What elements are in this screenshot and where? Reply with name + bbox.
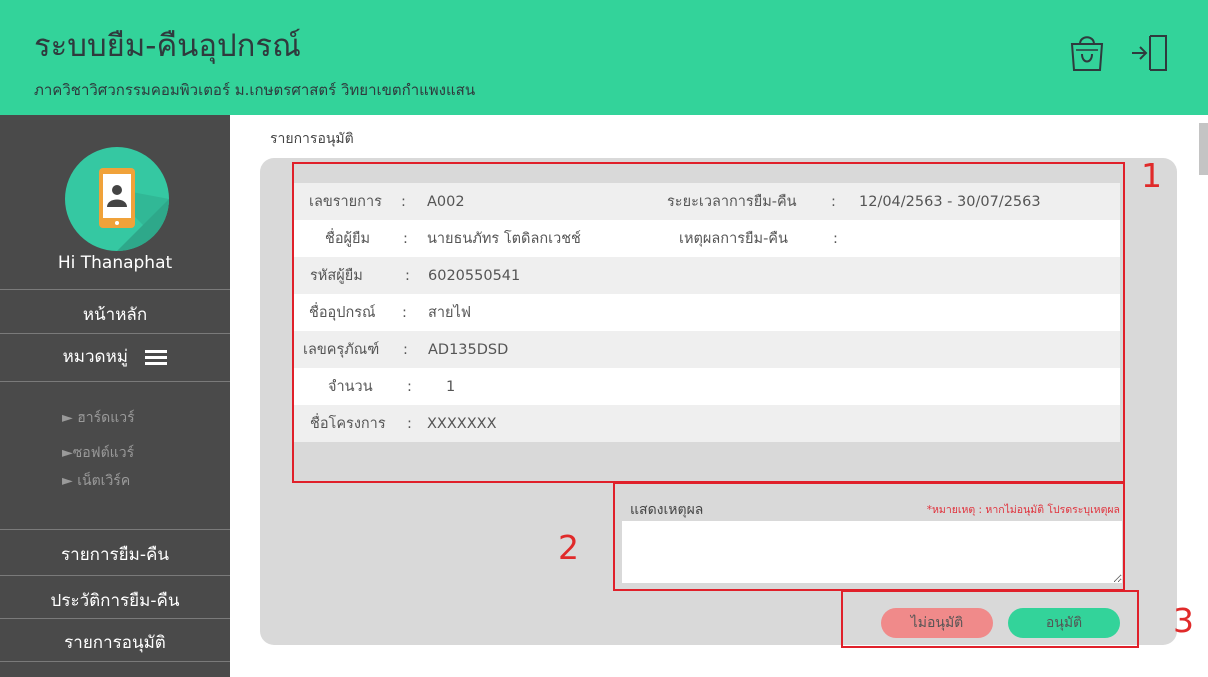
avatar — [65, 147, 169, 251]
page-title: รายการอนุมัติ — [270, 131, 354, 147]
sidebar: Hi Thanaphat หน้าหลัก หมวดหมู่ ► ฮาร์ดแว… — [0, 115, 230, 677]
sidebar-item-borrow-list[interactable]: รายการยืม-คืน — [0, 541, 230, 568]
divider — [0, 381, 230, 382]
scrollbar-thumb[interactable] — [1199, 123, 1208, 175]
phone-user-icon — [99, 168, 169, 251]
app-header: ระบบยืม-คืนอุปกรณ์ ภาควิชาวิศวกรรมคอมพิว… — [0, 0, 1208, 115]
greeting: Hi Thanaphat — [57, 253, 173, 273]
category-label: หมวดหมู่ — [62, 347, 128, 367]
sidebar-item-category[interactable]: หมวดหมู่ — [0, 343, 230, 370]
sidebar-item-history[interactable]: ประวัติการยืม-คืน — [0, 587, 230, 614]
sidebar-item-home[interactable]: หน้าหลัก — [0, 301, 230, 328]
annotation-number-3: 3 — [1173, 601, 1194, 640]
divider — [0, 661, 230, 662]
sidebar-subitem-network[interactable]: ► เน็ตเวิร์ค — [62, 470, 130, 492]
divider — [0, 333, 230, 334]
annotation-box-3 — [841, 590, 1139, 648]
divider — [0, 618, 230, 619]
annotation-number-2: 2 — [558, 528, 579, 567]
divider — [0, 289, 230, 290]
annotation-box-2 — [613, 482, 1125, 591]
logout-icon[interactable] — [1128, 30, 1172, 74]
annotation-box-1 — [292, 162, 1125, 483]
divider — [0, 529, 230, 530]
annotation-number-1: 1 — [1141, 156, 1162, 195]
sidebar-subitem-software[interactable]: ►ซอฟต์แวร์ — [62, 442, 134, 464]
hamburger-menu-icon[interactable] — [145, 349, 168, 365]
sidebar-item-approval[interactable]: รายการอนุมัติ — [0, 629, 230, 656]
sidebar-subitem-hardware[interactable]: ► ฮาร์ดแวร์ — [62, 407, 135, 429]
divider — [0, 575, 230, 576]
app-subtitle: ภาควิชาวิศวกรรมคอมพิวเตอร์ ม.เกษตรศาสตร์… — [34, 81, 476, 99]
shopping-bag-icon[interactable] — [1065, 30, 1109, 74]
app-title: ระบบยืม-คืนอุปกรณ์ — [34, 28, 301, 64]
